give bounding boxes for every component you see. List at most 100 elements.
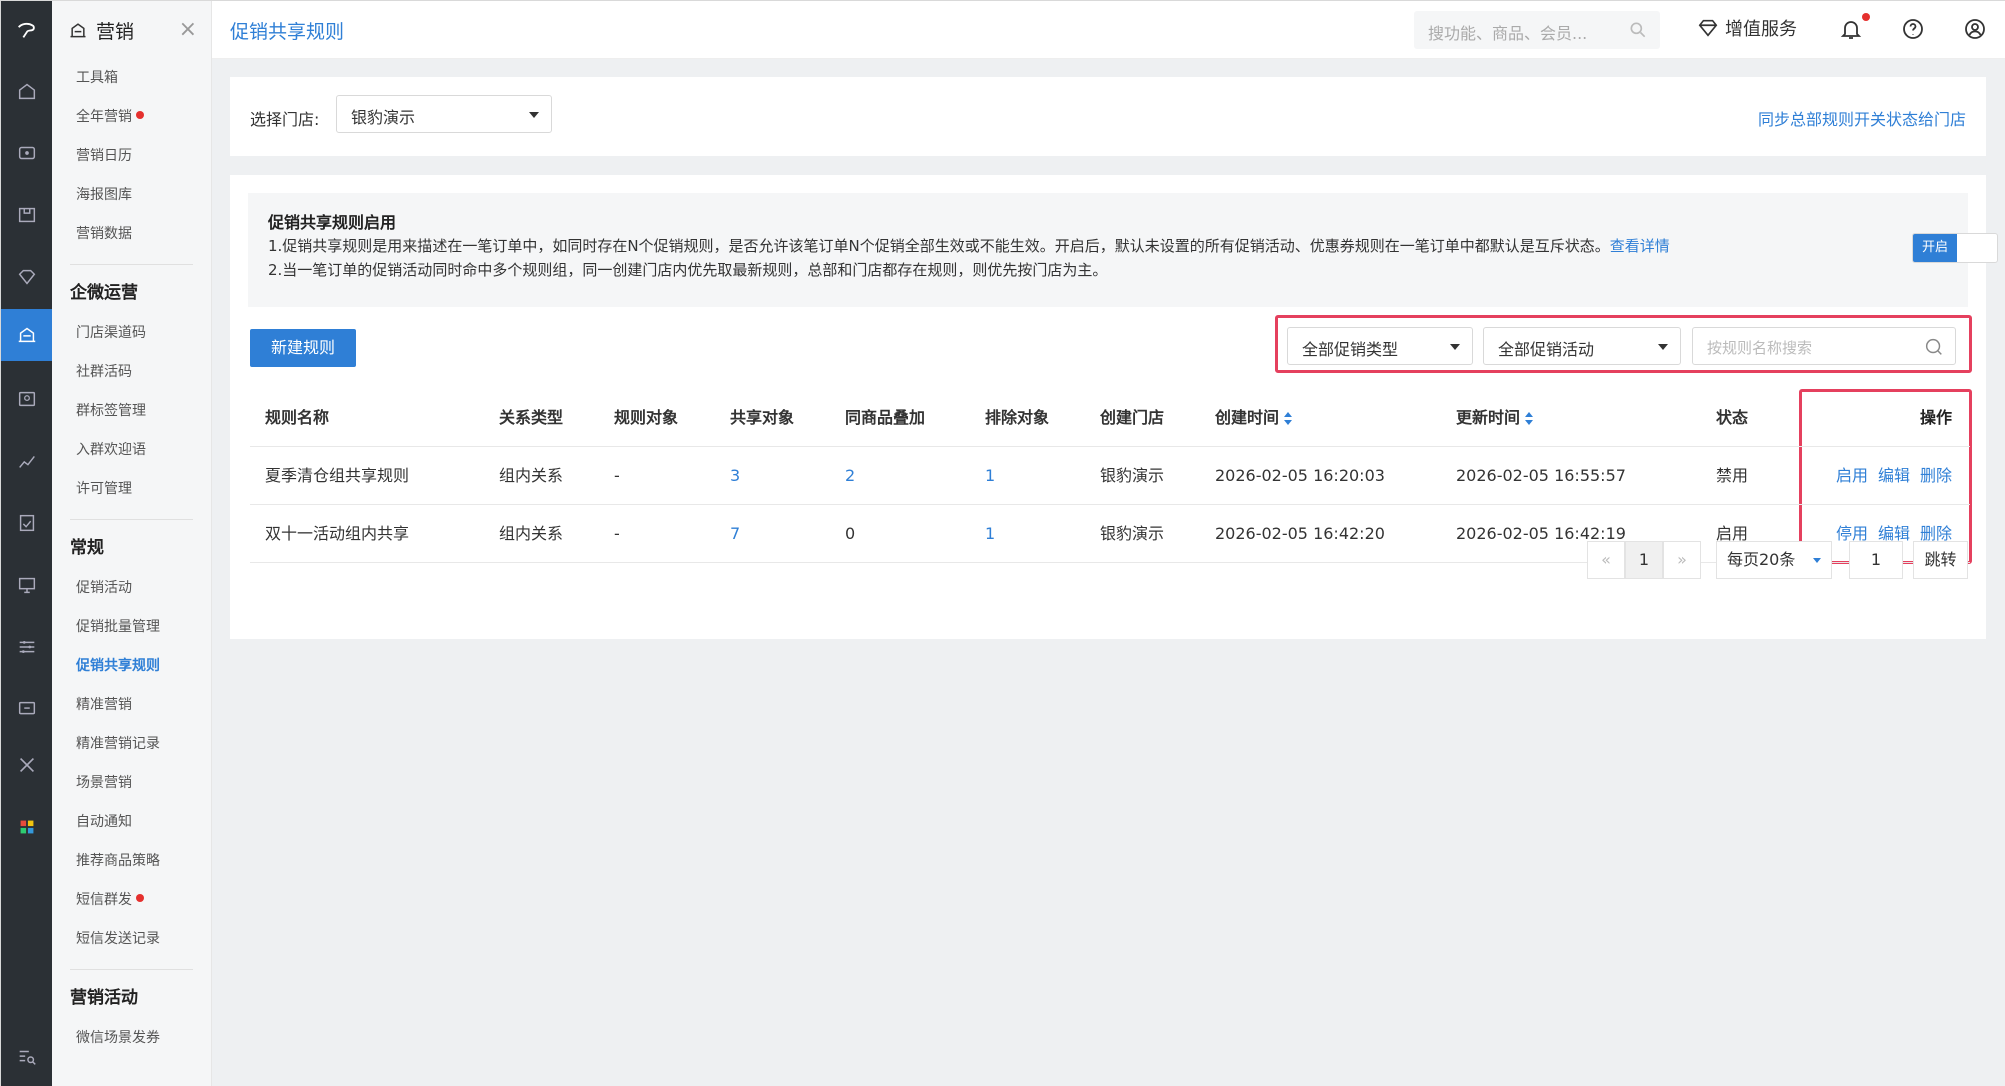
- menu-item-wecom-0[interactable]: 门店渠道码: [52, 314, 211, 353]
- cell-excluded[interactable]: 1: [985, 447, 995, 505]
- menu-search-icon[interactable]: [1, 1031, 52, 1083]
- table-row: 夏季清仓组共享规则 组内关系 - 3 2 1 银豹演示 2026-02-05 16:20:03…: [250, 447, 1970, 505]
- menu-item-general-8[interactable]: 短信群发: [52, 881, 211, 920]
- menu-item-general-7[interactable]: 推荐商品策略: [52, 842, 211, 881]
- menu-item-0[interactable]: 工具箱: [52, 59, 211, 98]
- bell-icon[interactable]: [1839, 17, 1863, 41]
- app-logo-icon[interactable]: [1, 1, 52, 59]
- menu-item-4[interactable]: 营销数据: [52, 215, 211, 254]
- menu-item-wecom-2[interactable]: 群标签管理: [52, 392, 211, 431]
- marketing-icon[interactable]: [1, 309, 52, 361]
- menu-item-label: 营销数据: [76, 226, 132, 242]
- value-added-label: 增值服务: [1725, 19, 1797, 40]
- promo-activity-select[interactable]: 全部促销活动: [1483, 327, 1681, 365]
- view-details-link[interactable]: 查看详情: [1610, 237, 1670, 255]
- menu-item-label: 短信发送记录: [76, 931, 160, 947]
- new-rule-button[interactable]: 新建规则: [250, 329, 356, 367]
- home-icon[interactable]: [1, 65, 52, 117]
- cell-shared[interactable]: 7: [730, 505, 740, 563]
- value-added-services-button[interactable]: 增值服务: [1697, 15, 1797, 41]
- page-1-button[interactable]: 1: [1625, 541, 1663, 579]
- cell-stack[interactable]: 2: [845, 447, 855, 505]
- menu-item-label: 群标签管理: [76, 403, 146, 419]
- menu-item-label: 推荐商品策略: [76, 853, 160, 869]
- tools-icon[interactable]: [1, 739, 52, 791]
- menu-item-label: 场景营销: [76, 775, 132, 791]
- cell-relation: 组内关系: [499, 466, 564, 485]
- member-icon[interactable]: [1, 251, 52, 303]
- menu-item-general-6[interactable]: 自动通知: [52, 803, 211, 842]
- sort-icon[interactable]: [1525, 411, 1534, 426]
- menu-item-general-0[interactable]: 促销活动: [52, 569, 211, 608]
- menu-item-activities-0[interactable]: 微信场景发券: [52, 1019, 211, 1058]
- menu-item-general-4[interactable]: 精准营销记录: [52, 725, 211, 764]
- cell-name: 双十一活动组内共享: [265, 524, 410, 543]
- menu-item-label: 海报图库: [76, 187, 132, 203]
- goods-icon[interactable]: [1, 189, 52, 241]
- promo-type-select[interactable]: 全部促销类型: [1287, 327, 1473, 365]
- cell-excluded[interactable]: 1: [985, 505, 995, 563]
- user-avatar-icon[interactable]: [1963, 17, 1987, 41]
- notification-dot: [1862, 13, 1870, 21]
- store-select[interactable]: 银豹演示: [336, 95, 552, 133]
- rule-search-input[interactable]: 按规则名称搜索: [1692, 327, 1956, 365]
- menu-item-wecom-3[interactable]: 入群欢迎语: [52, 431, 211, 470]
- cashier-icon[interactable]: [1, 127, 52, 179]
- col-header-stack: 同商品叠加: [845, 408, 926, 427]
- sort-icon[interactable]: [1284, 411, 1293, 426]
- sync-rules-link[interactable]: 同步总部规则开关状态给门店: [1758, 106, 1966, 130]
- toggle-status-button[interactable]: 启用: [1836, 466, 1868, 485]
- page-size-select[interactable]: 每页20条: [1716, 541, 1832, 579]
- close-menu-icon[interactable]: ×: [179, 17, 197, 42]
- delete-button[interactable]: 删除: [1920, 466, 1952, 485]
- edit-button[interactable]: 编辑: [1878, 466, 1910, 485]
- col-header-updated[interactable]: 更新时间: [1456, 389, 1534, 447]
- menu-item-label: 促销活动: [76, 580, 132, 596]
- search-icon[interactable]: [1923, 336, 1945, 358]
- menu-item-general-1[interactable]: 促销批量管理: [52, 608, 211, 647]
- inventory-icon[interactable]: [1, 497, 52, 549]
- jump-button[interactable]: 跳转: [1913, 541, 1968, 579]
- menu-group-wecom: 企微运营: [70, 283, 138, 303]
- cell-relation: 组内关系: [499, 524, 564, 543]
- notice-line-1: 1.促销共享规则是用来描述在一笔订单中，如同时存在N个促销规则，是否允许该笔订单…: [268, 235, 1670, 256]
- menu-item-wecom-4[interactable]: 许可管理: [52, 470, 211, 509]
- online-store-icon[interactable]: [1, 559, 52, 611]
- settings-sliders-icon[interactable]: [1, 621, 52, 673]
- enable-toggle[interactable]: 开启: [1912, 233, 1998, 263]
- cell-updated: 2026-02-05 16:55:57: [1456, 466, 1626, 485]
- staff-icon[interactable]: [1, 373, 52, 425]
- menu-header: 营销 ×: [52, 1, 211, 59]
- jump-page-input[interactable]: 1: [1849, 541, 1903, 579]
- cell-store: 银豹演示: [1100, 524, 1165, 543]
- chevron-down-icon: [1813, 558, 1821, 563]
- notice-line-1-text: 1.促销共享规则是用来描述在一笔订单中，如同时存在N个促销规则，是否允许该笔订单…: [268, 237, 1610, 255]
- prev-page-button[interactable]: «: [1587, 541, 1625, 579]
- menu-item-2[interactable]: 营销日历: [52, 137, 211, 176]
- next-page-button[interactable]: »: [1663, 541, 1701, 579]
- report-icon[interactable]: [1, 435, 52, 487]
- apps-grid-icon[interactable]: [1, 801, 52, 853]
- global-search-input[interactable]: 搜功能、商品、会员...: [1414, 11, 1660, 49]
- help-icon[interactable]: [1901, 17, 1925, 41]
- notice-box: 促销共享规则启用 1.促销共享规则是用来描述在一笔订单中，如同时存在N个促销规则…: [248, 193, 1998, 307]
- cell-shared[interactable]: 3: [730, 447, 740, 505]
- chevron-down-icon: [529, 112, 539, 118]
- menu-item-wecom-1[interactable]: 社群活码: [52, 353, 211, 392]
- menu-item-3[interactable]: 海报图库: [52, 176, 211, 215]
- cell-created: 2026-02-05 16:42:20: [1215, 524, 1385, 543]
- col-header-status: 状态: [1716, 408, 1749, 427]
- device-icon[interactable]: [1, 683, 52, 735]
- search-icon[interactable]: [1628, 20, 1648, 40]
- secondary-menu: 营销 × 工具箱全年营销营销日历海报图库营销数据 企微运营 门店渠道码 社群活码群…: [52, 1, 212, 1086]
- menu-item-label: 精准营销: [76, 697, 132, 713]
- app-window: 营销 × 工具箱全年营销营销日历海报图库营销数据 企微运营 门店渠道码 社群活码群…: [0, 0, 2005, 1086]
- col-header-created[interactable]: 创建时间: [1215, 389, 1293, 447]
- menu-item-general-5[interactable]: 场景营销: [52, 764, 211, 803]
- menu-item-general-3[interactable]: 精准营销: [52, 686, 211, 725]
- top-bar: 促销共享规则 搜功能、商品、会员... 增值服务: [212, 1, 2005, 59]
- menu-item-general-9[interactable]: 短信发送记录: [52, 920, 211, 959]
- menu-item-general-2[interactable]: 促销共享规则: [52, 647, 211, 686]
- menu-item-label: 全年营销: [76, 109, 132, 125]
- menu-item-1[interactable]: 全年营销: [52, 98, 211, 137]
